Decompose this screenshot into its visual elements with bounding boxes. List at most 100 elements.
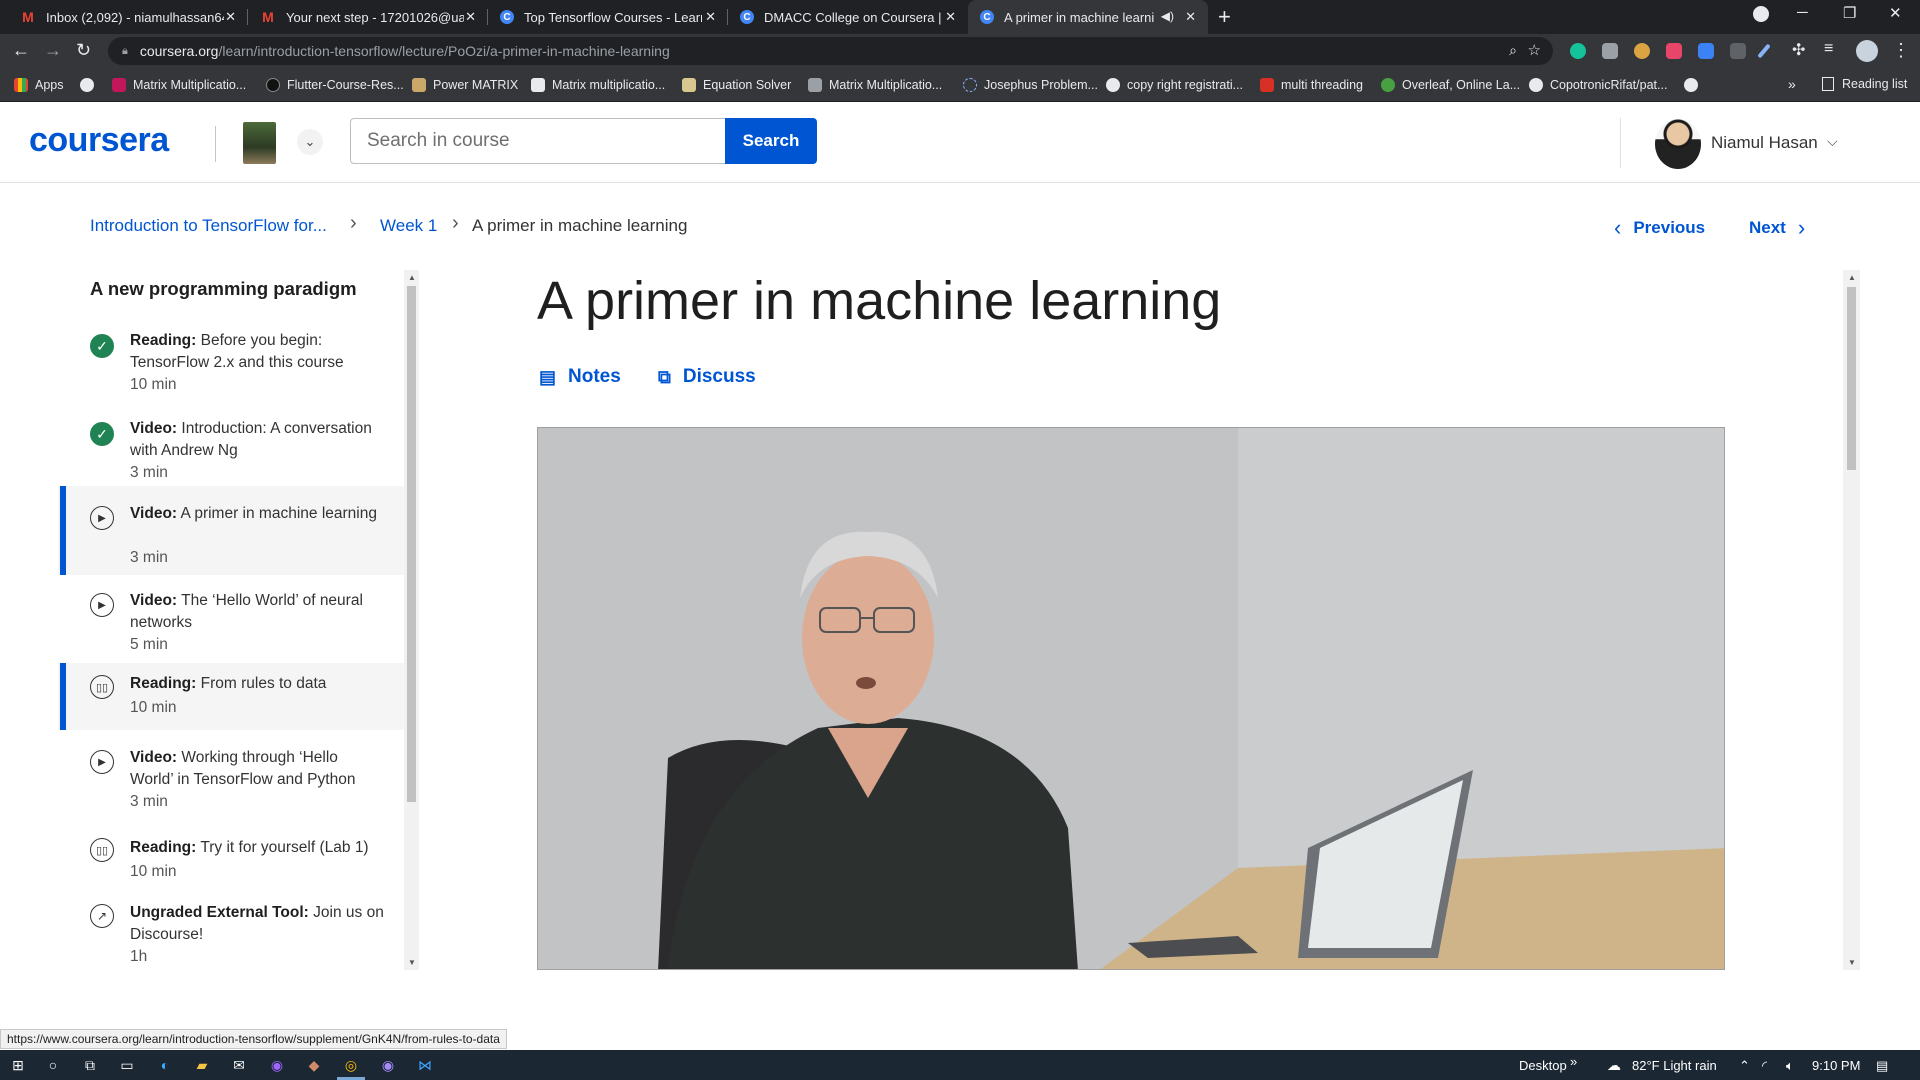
bookmark-item[interactable]: Equation Solver — [682, 77, 791, 93]
sidebar-item[interactable]: ▶ Video: Working through ‘Hello World’ i… — [58, 730, 404, 818]
bookmark-item[interactable]: copy right registrati... — [1106, 77, 1243, 93]
bookmark-item[interactable]: Josephus Problem... — [963, 77, 1098, 93]
sidebar-item[interactable]: ✓ Video: Introduction: A conversation wi… — [58, 408, 404, 484]
discuss-button[interactable]: ⧉ Discuss — [658, 366, 756, 388]
close-window-icon[interactable]: ✕ — [1889, 4, 1902, 22]
restore-icon[interactable]: ❐ — [1843, 4, 1856, 22]
bookmark-item[interactable]: multi threading — [1260, 77, 1363, 93]
browser-tab[interactable]: M Inbox (2,092) - niamulhassan64@ ✕ — [8, 0, 248, 34]
sidebar-item-current[interactable]: ▶ Video: A primer in machine learning 3 … — [58, 486, 404, 575]
bookmark-item[interactable]: Power MATRIX — [412, 77, 518, 93]
bookmark-item[interactable]: Overleaf, Online La... — [1381, 77, 1520, 93]
new-tab-icon[interactable]: + — [1218, 4, 1231, 30]
zoom-icon[interactable]: ⌕ — [1509, 42, 1517, 59]
bookmark-item[interactable]: Matrix Multiplicatio... — [808, 77, 942, 93]
chevron-up-icon[interactable]: ⌃ — [1739, 1058, 1750, 1074]
time-text[interactable]: 9:10 PM — [1812, 1058, 1860, 1073]
bookmark-item[interactable]: Matrix Multiplicatio... — [112, 77, 246, 93]
bookmark-apps[interactable]: Apps — [14, 77, 64, 93]
chevron-down-icon[interactable]: ⌵ — [1827, 133, 1838, 150]
minimize-icon[interactable]: ─ — [1797, 4, 1808, 21]
chrome-icon[interactable]: ◎ — [341, 1055, 361, 1075]
scroll-down-icon[interactable]: ▼ — [1848, 958, 1856, 967]
forward-icon[interactable]: → — [44, 40, 62, 61]
sidebar-scrollbar[interactable]: ▲ ▼ — [404, 270, 419, 970]
next-button[interactable]: Next › — [1749, 215, 1805, 241]
edge-icon[interactable]: ◐ — [155, 1055, 175, 1075]
main-scrollbar[interactable]: ▲ ▼ — [1843, 270, 1860, 970]
close-tab-icon[interactable]: ✕ — [945, 9, 956, 25]
screenshot-extension-icon[interactable] — [1602, 43, 1618, 59]
reading-list-button[interactable]: Reading list — [1822, 77, 1907, 91]
sidebar-item[interactable]: ▯▯ Reading: Try it for yourself (Lab 1) … — [58, 818, 404, 884]
previous-button[interactable]: ‹ Previous — [1614, 215, 1705, 241]
sidebar-item[interactable]: ▶ Video: The ‘Hello World’ of neural net… — [58, 575, 404, 663]
notifications-icon[interactable]: ▤ — [1876, 1058, 1888, 1074]
bookmark-item[interactable]: Matrix multiplicatio... — [531, 77, 665, 93]
pen-extension-icon[interactable] — [1757, 43, 1771, 59]
vscode-icon[interactable]: ⋈ — [415, 1055, 435, 1075]
bookmark-item[interactable]: Flutter-Course-Res... — [266, 77, 404, 93]
scroll-down-icon[interactable]: ▼ — [408, 958, 416, 967]
sidebar-item-hover[interactable]: ▯▯ Reading: From rules to data 10 min — [58, 663, 404, 730]
back-icon[interactable]: ← — [12, 40, 30, 61]
download-extension-icon[interactable] — [1698, 43, 1714, 59]
task-view-icon[interactable]: ⧉ — [80, 1055, 100, 1075]
search-input[interactable]: Search in course — [350, 118, 726, 164]
bookmark-item[interactable] — [1684, 77, 1705, 93]
browser-tab[interactable]: C DMACC College on Coursera | Co ✕ — [728, 0, 968, 34]
close-tab-icon[interactable]: ✕ — [465, 9, 476, 25]
sidebar-item[interactable]: ✓ Reading: Before you begin: TensorFlow … — [58, 320, 404, 396]
browser-tab-active[interactable]: C A primer in machine learning ◀) ✕ — [968, 0, 1208, 34]
bookmark-item[interactable]: CopotronicRifat/pat... — [1529, 77, 1667, 93]
profile-avatar[interactable] — [1856, 40, 1878, 62]
avatar[interactable] — [1655, 119, 1701, 169]
close-tab-icon[interactable]: ✕ — [705, 9, 716, 25]
extension-icon[interactable] — [1634, 43, 1650, 59]
bookmark-item[interactable] — [80, 77, 101, 93]
notes-button[interactable]: ▤ Notes — [539, 366, 621, 388]
terminal-icon[interactable]: ▭ — [117, 1055, 137, 1075]
mail-icon[interactable]: ✉ — [229, 1055, 249, 1075]
browser-tab[interactable]: C Top Tensorflow Courses - Learn T ✕ — [488, 0, 728, 34]
search-icon[interactable]: ○ — [43, 1055, 63, 1075]
breadcrumb-course[interactable]: Introduction to TensorFlow for... — [90, 216, 327, 236]
app-icon[interactable]: ◉ — [378, 1055, 398, 1075]
file-explorer-icon[interactable]: ▰ — [192, 1055, 212, 1075]
close-tab-icon[interactable]: ✕ — [1185, 9, 1196, 25]
chevron-right-icon[interactable]: » — [1570, 1054, 1577, 1069]
extension-icon[interactable] — [1730, 43, 1746, 59]
chrome-menu-icon[interactable]: ⋮ — [1892, 40, 1910, 61]
bookmark-star-icon[interactable]: ☆ — [1528, 41, 1541, 59]
volume-icon[interactable]: 🔈︎ — [1786, 1058, 1794, 1074]
more-bookmarks-icon[interactable]: » — [1788, 76, 1796, 92]
course-thumbnail[interactable] — [243, 122, 276, 164]
network-icon[interactable]: ◜ — [1762, 1058, 1767, 1074]
scrollbar-thumb[interactable] — [407, 286, 416, 802]
scroll-up-icon[interactable]: ▲ — [1848, 273, 1856, 282]
coursera-logo[interactable]: coursera — [29, 121, 169, 160]
scroll-up-icon[interactable]: ▲ — [408, 273, 416, 282]
messenger-icon[interactable]: ◉ — [267, 1055, 287, 1075]
search-button[interactable]: Search — [725, 118, 817, 164]
desktop-toolbar-label[interactable]: Desktop — [1519, 1058, 1567, 1073]
breadcrumb-week[interactable]: Week 1 — [380, 216, 437, 236]
browser-tab[interactable]: M Your next step - 17201026@uap- ✕ — [248, 0, 488, 34]
reload-icon[interactable]: ↻ — [76, 40, 91, 61]
sidebar-item[interactable]: ↗ Ungraded External Tool: Join us on Dis… — [58, 884, 404, 970]
chevron-down-icon[interactable]: ⌄ — [297, 129, 323, 155]
address-bar[interactable]: 🔒︎ coursera.org/learn/introduction-tenso… — [108, 37, 1553, 65]
app-icon[interactable]: ◆ — [304, 1055, 324, 1075]
audio-playing-icon[interactable]: ◀) — [1161, 9, 1174, 23]
video-player[interactable] — [537, 427, 1725, 970]
scrollbar-thumb[interactable] — [1847, 287, 1856, 470]
grammarly-icon[interactable] — [1570, 43, 1586, 59]
user-name[interactable]: Niamul Hasan — [1711, 133, 1818, 153]
windows-start-icon[interactable]: ⊞ — [8, 1055, 28, 1075]
close-tab-icon[interactable]: ✕ — [225, 9, 236, 25]
weather-text[interactable]: 82°F Light rain — [1632, 1058, 1717, 1073]
tab-search-icon[interactable] — [1753, 6, 1769, 22]
media-control-icon[interactable]: ≡ — [1824, 40, 1833, 58]
extension-icon[interactable] — [1666, 43, 1682, 59]
extensions-puzzle-icon[interactable]: ✣ — [1792, 40, 1805, 60]
